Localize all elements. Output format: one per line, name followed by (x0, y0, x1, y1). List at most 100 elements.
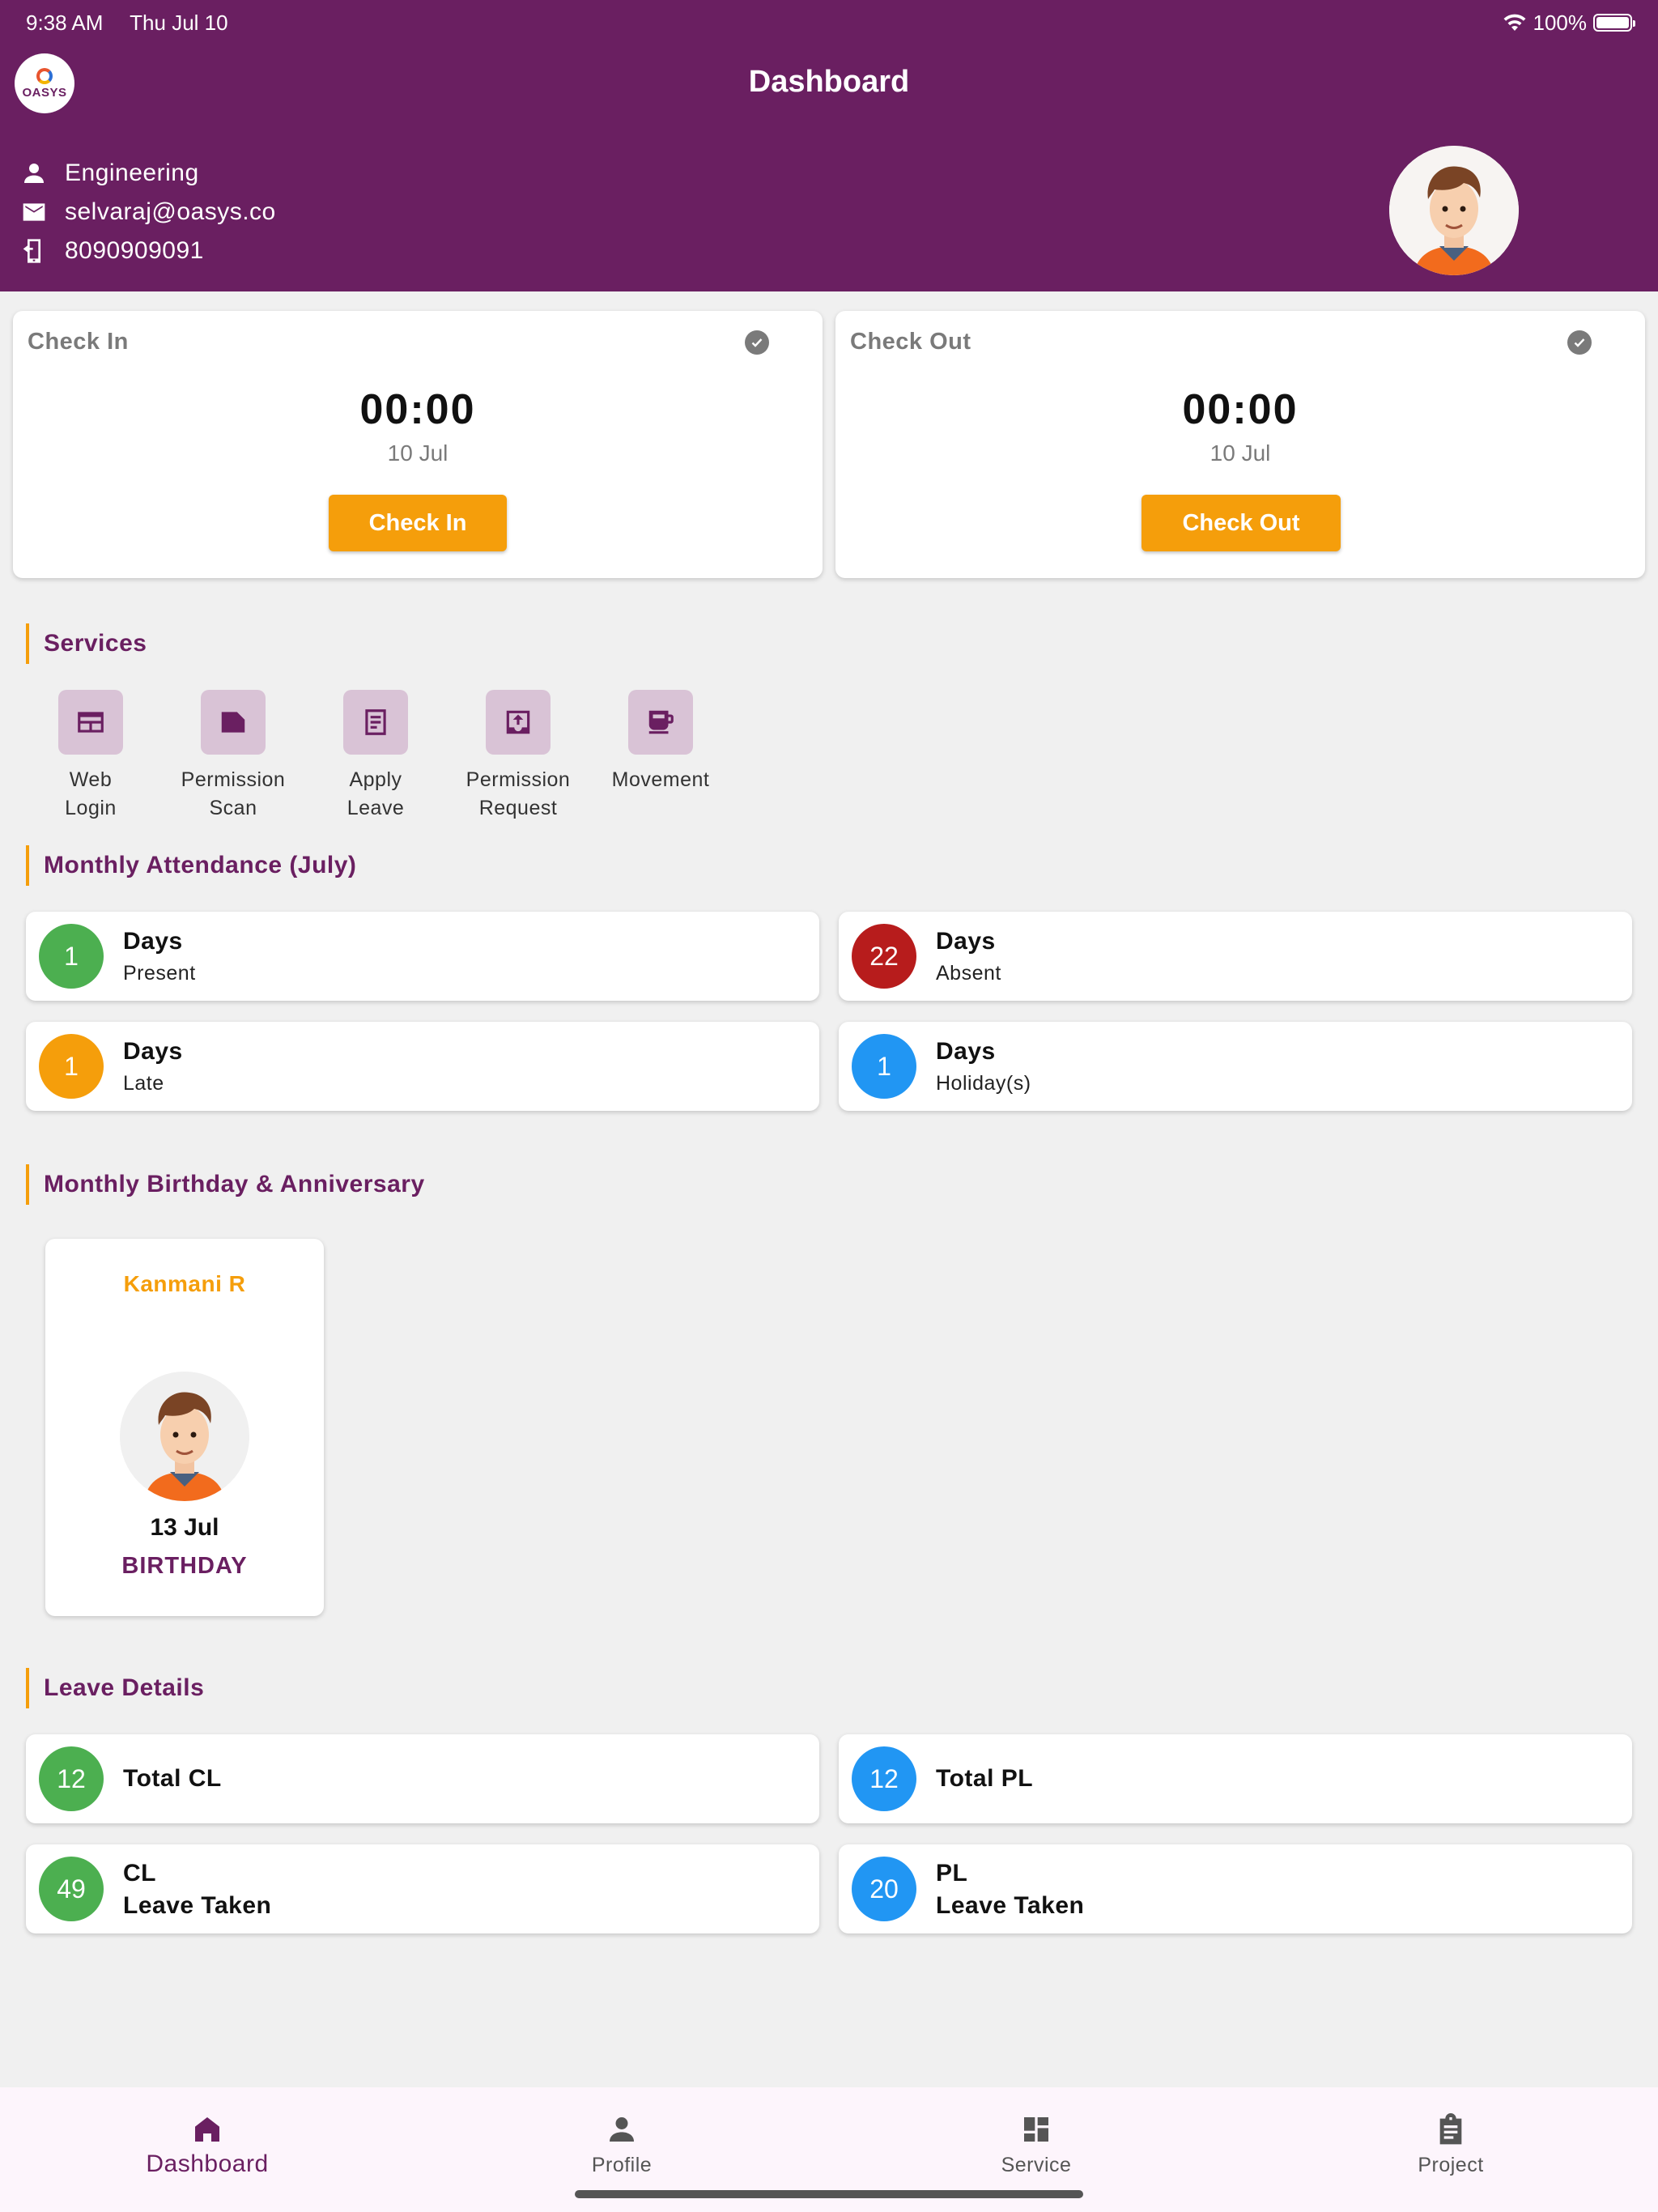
leave-count: 12 (39, 1746, 104, 1811)
leave-label-line1: CL (123, 1860, 156, 1887)
battery-icon (1593, 14, 1635, 32)
leave-count: 12 (852, 1746, 916, 1811)
leave-label: Total CL (123, 1765, 222, 1792)
nav-label: Service (1001, 2154, 1072, 2176)
page-title: Dashboard (748, 65, 910, 99)
leave-total-cl-card[interactable]: 12 Total CL (26, 1734, 819, 1823)
leave-label-line2: Leave Taken (123, 1892, 272, 1919)
user-phone: 8090909091 (65, 237, 204, 264)
user-info: Engineering selvaraj@oasys.co 8090909091 (21, 154, 276, 270)
birthday-date: 13 Jul (150, 1514, 219, 1541)
user-phone-row: 8090909091 (21, 232, 276, 270)
attendance-holiday-card[interactable]: 1 Days Holiday(s) (839, 1022, 1632, 1111)
leave-label-line2: Leave Taken (936, 1892, 1085, 1919)
check-in-time: 00:00 (359, 386, 476, 433)
attendance-count: 1 (39, 924, 104, 989)
check-in-date: 10 Jul (387, 440, 449, 466)
check-circle-icon (1567, 330, 1592, 355)
home-icon (195, 2117, 219, 2142)
service-label-line2: Request (478, 797, 558, 819)
attendance-sub: Absent (936, 962, 1001, 985)
person-icon (24, 164, 44, 183)
wifi-icon (1503, 14, 1525, 31)
status-bar: 9:38 AM Thu Jul 10 100% (26, 6, 1635, 39)
check-in-card: Check In 00:00 10 Jul Check In (13, 311, 823, 578)
document-icon (343, 690, 408, 755)
birthday-kind: BIRTHDAY (121, 1553, 248, 1579)
battery-percent: 100% (1533, 10, 1588, 35)
grid-icon (1024, 2117, 1048, 2142)
attendance-sub: Holiday(s) (936, 1072, 1031, 1095)
leave-label: Total PL (936, 1765, 1034, 1792)
folder-icon (201, 690, 266, 755)
check-in-title: Check In (28, 329, 129, 355)
nav-dashboard[interactable]: Dashboard (0, 2087, 414, 2212)
attendance-count: 1 (39, 1034, 104, 1099)
attendance-label: Days (123, 928, 183, 955)
leave-cl-taken-card[interactable]: 49 CL Leave Taken (26, 1844, 819, 1933)
mail-icon (23, 203, 45, 221)
avatar-illustration (1389, 146, 1519, 275)
attendance-sub: Present (123, 962, 196, 985)
leave-pl-taken-card[interactable]: 20 PL Leave Taken (839, 1844, 1632, 1933)
service-permission-scan[interactable]: Permission Scan (160, 690, 306, 823)
check-in-button[interactable]: Check In (329, 495, 507, 551)
service-label-line2: Leave (346, 797, 405, 819)
user-email: selvaraj@oasys.co (65, 198, 276, 225)
user-email-row: selvaraj@oasys.co (21, 193, 276, 232)
status-time: 9:38 AM (26, 10, 104, 35)
app-header: 9:38 AM Thu Jul 10 100% OASYS Dashboard … (0, 0, 1658, 291)
check-out-card: Check Out 00:00 10 Jul Check Out (835, 311, 1645, 578)
person-icon (610, 2117, 634, 2142)
home-indicator (575, 2190, 1083, 2198)
phone-icon (23, 239, 40, 263)
leave-count: 49 (39, 1857, 104, 1921)
user-avatar[interactable] (1389, 146, 1519, 275)
birthday-avatar (120, 1372, 249, 1501)
user-department-row: Engineering (21, 154, 276, 193)
nav-project[interactable]: Project (1244, 2087, 1658, 2212)
attendance-section-title: Monthly Attendance (July) (26, 845, 356, 886)
service-label-line1: Apply (349, 768, 402, 791)
status-date: Thu Jul 10 (130, 10, 228, 35)
service-permission-request[interactable]: Permission Request (445, 690, 591, 823)
birthday-card[interactable]: Kanmani R 13 Jul BIRTHDAY (45, 1239, 324, 1616)
service-label-line1: Permission (181, 768, 286, 791)
nav-label: Project (1418, 2154, 1484, 2176)
attendance-late-card[interactable]: 1 Days Late (26, 1022, 819, 1111)
service-label-line1: Movement (611, 768, 710, 791)
leave-total-pl-card[interactable]: 12 Total PL (839, 1734, 1632, 1823)
service-apply-leave[interactable]: Apply Leave (303, 690, 449, 823)
check-out-title: Check Out (850, 329, 971, 355)
web-icon (58, 690, 123, 755)
nav-label: Profile (591, 2154, 653, 2176)
user-department: Engineering (65, 160, 199, 186)
services-section-title: Services (26, 623, 147, 664)
coffee-icon (628, 690, 693, 755)
leave-section-title: Leave Details (26, 1668, 204, 1708)
leave-label-line1: PL (936, 1860, 968, 1887)
attendance-count: 22 (852, 924, 916, 989)
birthday-section-title: Monthly Birthday & Anniversary (26, 1164, 425, 1205)
attendance-absent-card[interactable]: 22 Days Absent (839, 912, 1632, 1001)
check-out-button[interactable]: Check Out (1141, 495, 1341, 551)
upload-box-icon (486, 690, 551, 755)
service-movement[interactable]: Movement (588, 690, 733, 794)
check-out-date: 10 Jul (1209, 440, 1271, 466)
attendance-count: 1 (852, 1034, 916, 1099)
check-out-time: 00:00 (1182, 386, 1299, 433)
service-web-login[interactable]: Web Login (18, 690, 164, 823)
check-circle-icon (745, 330, 769, 355)
service-label-line2: Login (65, 797, 117, 819)
leave-count: 20 (852, 1857, 916, 1921)
clipboard-icon (1439, 2113, 1462, 2145)
nav-label: Dashboard (146, 2150, 269, 2177)
attendance-present-card[interactable]: 1 Days Present (26, 912, 819, 1001)
birthday-name: Kanmani R (123, 1271, 246, 1296)
avatar-illustration (120, 1372, 249, 1501)
attendance-label: Days (936, 1038, 996, 1065)
service-label-line2: Scan (209, 797, 257, 819)
attendance-label: Days (123, 1038, 183, 1065)
attendance-sub: Late (123, 1072, 164, 1095)
attendance-label: Days (936, 928, 996, 955)
